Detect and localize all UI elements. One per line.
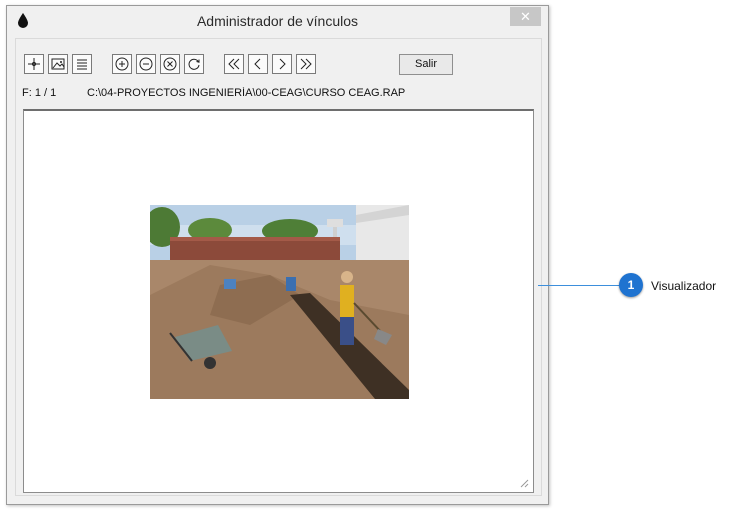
- callout-label: Visualizador: [651, 279, 717, 293]
- callout-line: [538, 285, 620, 286]
- crosshair-icon: [28, 58, 40, 70]
- last-icon: [300, 58, 312, 70]
- window-title: Administrador de vínculos: [196, 13, 359, 29]
- client-area: Salir F: 1 / 1 C:\04-PROYECTOS INGENIERÍ…: [15, 38, 542, 496]
- frame-counter: F: 1 / 1: [22, 87, 57, 99]
- zoom-reset-button[interactable]: [160, 54, 180, 74]
- zoom-in-icon: [115, 57, 129, 71]
- image-icon: [51, 58, 65, 70]
- resize-grip-icon[interactable]: [519, 478, 529, 488]
- first-icon: [228, 58, 240, 70]
- rotate-button[interactable]: [184, 54, 204, 74]
- first-button[interactable]: [224, 54, 244, 74]
- next-button[interactable]: [272, 54, 292, 74]
- close-button[interactable]: ✕: [510, 7, 541, 26]
- next-icon: [279, 58, 286, 70]
- image-viewer[interactable]: [23, 109, 534, 493]
- list-button[interactable]: [72, 54, 92, 74]
- callout-badge: 1: [619, 273, 643, 297]
- drop-icon: [18, 13, 28, 28]
- zoom-out-button[interactable]: [136, 54, 156, 74]
- zoom-reset-icon: [163, 57, 177, 71]
- crosshair-button[interactable]: [24, 54, 44, 74]
- file-path: C:\04-PROYECTOS INGENIERÍA\00-CEAG\CURSO…: [87, 87, 406, 99]
- construction-photo: [150, 205, 409, 399]
- zoom-out-icon: [139, 57, 153, 71]
- zoom-in-button[interactable]: [112, 54, 132, 74]
- image-button[interactable]: [48, 54, 68, 74]
- link-manager-window: Administrador de vínculos ✕ Salir F: 1 /…: [6, 5, 549, 505]
- last-button[interactable]: [296, 54, 316, 74]
- exit-button[interactable]: Salir: [399, 54, 453, 75]
- title-bar[interactable]: Administrador de vínculos ✕: [7, 6, 548, 35]
- previous-button[interactable]: [248, 54, 268, 74]
- rotate-icon: [188, 58, 200, 70]
- list-icon: [77, 59, 87, 70]
- previous-icon: [254, 58, 261, 70]
